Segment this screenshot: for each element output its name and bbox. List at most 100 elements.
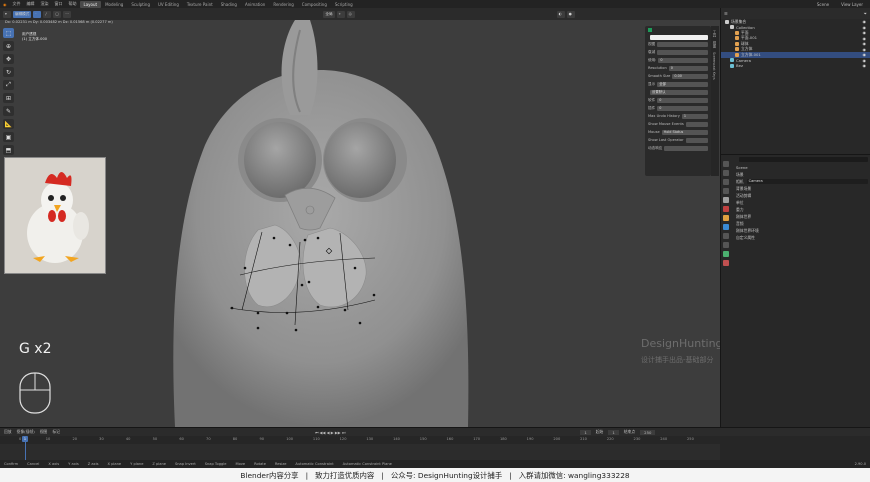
playback-controls[interactable]: ⏮ ◀◀ ◀ ▶ ▶▶ ⏭ xyxy=(315,430,345,435)
menu-window[interactable]: 窗口 xyxy=(52,1,66,7)
visibility-eye-icon[interactable]: ◉ xyxy=(863,63,867,68)
proportional-edit-icon[interactable]: ◎ xyxy=(346,10,355,18)
panel-row-field[interactable]: 0 xyxy=(657,97,708,103)
start-frame-field[interactable]: 1 xyxy=(608,429,619,435)
tab-rendering[interactable]: Rendering xyxy=(269,1,297,8)
timeline-menu-keying[interactable]: 抠像(插帧) xyxy=(17,429,35,435)
property-row[interactable]: 刚体世界环境 xyxy=(733,227,868,234)
render-tab-icon[interactable] xyxy=(723,170,729,176)
editor-type-icon[interactable]: ▾ xyxy=(3,10,11,18)
menu-edit[interactable]: 编辑 xyxy=(24,1,38,7)
property-row[interactable]: 重力 xyxy=(733,206,868,213)
end-frame-field[interactable]: 250 xyxy=(640,429,656,435)
edge-select-icon[interactable]: / xyxy=(43,10,52,18)
modifier-tab-icon[interactable] xyxy=(723,224,729,230)
menu-file[interactable]: 文件 xyxy=(10,1,24,7)
scale-icon[interactable]: ⤢ xyxy=(3,80,14,90)
vertex-select-icon[interactable]: · xyxy=(33,10,42,18)
tab-modeling[interactable]: Modeling xyxy=(101,1,127,8)
3d-viewport[interactable]: Dx: 0.02231 m Dy: 0.003482 m Dz: 0.01568… xyxy=(0,20,720,427)
panel-row-field[interactable]: 0.00 xyxy=(672,73,708,79)
view-layer-tab-icon[interactable] xyxy=(723,188,729,194)
move-icon[interactable]: ✥ xyxy=(3,54,14,64)
material-tab-icon[interactable] xyxy=(723,260,729,266)
particles-tab-icon[interactable] xyxy=(723,233,729,239)
panel-row-field[interactable] xyxy=(657,49,708,55)
visibility-eye-icon[interactable]: ◉ xyxy=(863,41,867,46)
properties-search[interactable] xyxy=(739,157,868,162)
visibility-eye-icon[interactable]: ◉ xyxy=(863,36,867,41)
panel-header[interactable] xyxy=(645,26,711,34)
tool-tab-icon[interactable] xyxy=(723,161,729,167)
transform-orientation-selector[interactable]: 全局 xyxy=(323,10,335,18)
blender-logo-icon[interactable]: ◉ xyxy=(0,2,10,7)
visibility-eye-icon[interactable]: ◉ xyxy=(863,58,867,63)
tab-texture-paint[interactable]: Texture Paint xyxy=(183,1,217,8)
shading-solid-icon[interactable]: ● xyxy=(566,10,575,18)
menu-help[interactable]: 帮助 xyxy=(66,1,80,7)
tab-uv-editing[interactable]: UV Editing xyxy=(154,1,183,8)
property-row[interactable]: 活动剪辑 xyxy=(733,192,868,199)
face-select-icon[interactable]: ▢ xyxy=(53,10,62,18)
property-row[interactable]: 相机 Camera xyxy=(733,178,868,185)
tab-layout[interactable]: Layout xyxy=(79,0,102,8)
visibility-eye-icon[interactable]: ◉ xyxy=(863,19,867,24)
extrude-icon[interactable]: ⬒ xyxy=(3,145,14,155)
timeline-menu-playback[interactable]: 回放 xyxy=(4,429,12,435)
property-row[interactable]: 自定义属性 xyxy=(733,234,868,241)
color-field[interactable] xyxy=(650,34,708,40)
property-row[interactable]: 音频 xyxy=(733,220,868,227)
panel-row-field[interactable] xyxy=(657,41,708,47)
tab-sculpting[interactable]: Sculpting xyxy=(127,1,154,8)
edit-mode-selector[interactable]: 编辑模式 xyxy=(13,10,32,18)
panel-row-field[interactable] xyxy=(664,145,708,151)
panel-row-field[interactable]: 1 xyxy=(681,113,708,119)
tab-animation[interactable]: Animation xyxy=(241,1,269,8)
object-tab-icon[interactable] xyxy=(723,215,729,221)
tab-tool[interactable]: 工具 xyxy=(712,30,717,37)
panel-row-field[interactable]: 0 xyxy=(658,57,708,63)
color-swatch[interactable] xyxy=(648,28,652,32)
property-row[interactable]: 场景 xyxy=(733,171,868,178)
timeline-track[interactable] xyxy=(0,444,720,461)
property-row[interactable]: 单位 xyxy=(733,199,868,206)
outliner-type-icon[interactable]: ☰ xyxy=(724,11,728,16)
measure-icon[interactable]: 📐 xyxy=(3,119,14,129)
tab-scripting[interactable]: Scripting xyxy=(331,1,357,8)
snap-icon[interactable]: ⌖ xyxy=(336,10,345,18)
rotate-icon[interactable]: ↻ xyxy=(3,67,14,77)
frame-ruler[interactable]: 0 10 20 30 40 50 60 70 80 90 100 110 120 130 140 150 160… xyxy=(0,436,720,444)
world-tab-icon[interactable] xyxy=(723,206,729,212)
panel-row-field[interactable]: 0 xyxy=(657,105,708,111)
view-menu[interactable]: ··· xyxy=(63,10,72,18)
filter-icon[interactable]: ⏷ xyxy=(864,11,867,16)
output-tab-icon[interactable] xyxy=(723,179,729,185)
cursor-icon[interactable]: ⊕ xyxy=(3,41,14,51)
view-layer-selector[interactable]: View Layer xyxy=(838,2,866,7)
overlay-icon[interactable]: ◐ xyxy=(556,10,565,18)
property-row[interactable]: 背景场景 xyxy=(733,185,868,192)
menu-render[interactable]: 渲染 xyxy=(38,1,52,7)
tab-compositing[interactable]: Compositing xyxy=(298,1,331,8)
timeline-menu-marker[interactable]: 标记 xyxy=(52,429,60,435)
tab-view[interactable]: 视图 xyxy=(712,41,717,48)
annotate-icon[interactable]: ✎ xyxy=(3,106,14,116)
visibility-eye-icon[interactable]: ◉ xyxy=(863,25,867,30)
panel-row-field[interactable]: Hold Status xyxy=(661,129,708,135)
tab-screencast-keys[interactable]: Screencast Keys xyxy=(712,52,716,80)
panel-row-field[interactable]: 设置默认 xyxy=(650,89,708,95)
visibility-eye-icon[interactable]: ◉ xyxy=(863,30,867,35)
tab-shading[interactable]: Shading xyxy=(217,1,241,8)
add-cube-icon[interactable]: ▣ xyxy=(3,132,14,142)
timeline-menu-view[interactable]: 视图 xyxy=(40,429,48,435)
physics-tab-icon[interactable] xyxy=(723,242,729,248)
current-frame-field[interactable]: 1 xyxy=(580,429,591,435)
data-tab-icon[interactable] xyxy=(723,251,729,257)
visibility-eye-icon[interactable]: ◉ xyxy=(863,52,867,57)
panel-row-field[interactable]: 0 xyxy=(668,65,708,71)
panel-row-field[interactable] xyxy=(685,137,708,143)
visibility-eye-icon[interactable]: ◉ xyxy=(863,47,867,52)
select-box-icon[interactable]: ⬚ xyxy=(3,28,14,38)
scene-selector[interactable]: Scene xyxy=(814,2,832,7)
property-field[interactable]: Camera xyxy=(746,179,868,184)
